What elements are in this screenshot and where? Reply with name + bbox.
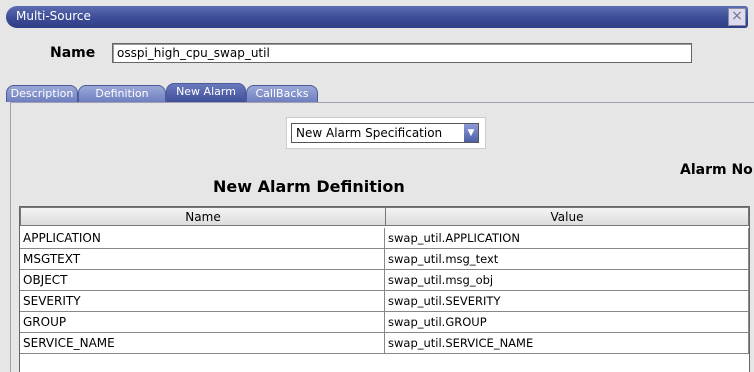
table-row[interactable]: APPLICATION swap_util.APPLICATION xyxy=(20,228,749,249)
row-name-cell[interactable]: MSGTEXT xyxy=(20,249,385,270)
alarm-definition-table: Name Value APPLICATION swap_util.APPLICA… xyxy=(19,206,750,372)
multi-source-window: Multi-Source × Name osspi_high_cpu_swap_… xyxy=(0,0,754,372)
chevron-down-icon[interactable]: ▼ xyxy=(464,124,478,142)
row-name-cell[interactable]: OBJECT xyxy=(20,270,385,291)
table-row[interactable]: OBJECT swap_util.msg_obj xyxy=(20,270,749,291)
row-value-cell[interactable]: swap_util.GROUP xyxy=(385,312,749,333)
table-row[interactable]: GROUP swap_util.GROUP xyxy=(20,312,749,333)
alarm-select-container: New Alarm Specification ▼ xyxy=(286,117,486,149)
name-label: Name xyxy=(50,45,96,61)
row-value-cell[interactable]: swap_util.SERVICE_NAME xyxy=(385,333,749,354)
tab-definition[interactable]: Definition xyxy=(78,85,166,102)
table-header: Name Value xyxy=(20,207,749,227)
row-value-cell[interactable]: swap_util.msg_text xyxy=(385,249,749,270)
row-name-cell[interactable]: APPLICATION xyxy=(20,228,385,249)
title-bar[interactable]: Multi-Source × xyxy=(6,6,748,28)
close-icon[interactable]: × xyxy=(728,8,746,26)
row-value-cell[interactable]: swap_util.msg_obj xyxy=(385,270,749,291)
column-header-name[interactable]: Name xyxy=(20,207,386,226)
row-name-cell[interactable]: SEVERITY xyxy=(20,291,385,312)
tab-callbacks[interactable]: CallBacks xyxy=(246,85,318,102)
table-row[interactable]: MSGTEXT swap_util.msg_text xyxy=(20,249,749,270)
alarm-number: Alarm No1 xyxy=(680,162,754,178)
alarm-select-value: New Alarm Specification xyxy=(296,126,443,140)
tab-description[interactable]: Description xyxy=(6,85,78,102)
name-field[interactable]: osspi_high_cpu_swap_util xyxy=(112,43,692,63)
window-title: Multi-Source xyxy=(16,9,91,23)
row-value-cell[interactable]: swap_util.SEVERITY xyxy=(385,291,749,312)
section-title: New Alarm Definition xyxy=(213,177,405,196)
column-header-value[interactable]: Value xyxy=(385,207,749,226)
row-name-cell[interactable]: GROUP xyxy=(20,312,385,333)
table-row[interactable]: SEVERITY swap_util.SEVERITY xyxy=(20,291,749,312)
row-name-cell[interactable]: SERVICE_NAME xyxy=(20,333,385,354)
row-value-cell[interactable]: swap_util.APPLICATION xyxy=(385,228,749,249)
tab-new-alarm[interactable]: New Alarm xyxy=(166,83,246,102)
alarm-select[interactable]: New Alarm Specification ▼ xyxy=(291,123,479,143)
table-row[interactable]: SERVICE_NAME swap_util.SERVICE_NAME xyxy=(20,333,749,354)
table-body: APPLICATION swap_util.APPLICATION MSGTEX… xyxy=(20,228,749,354)
